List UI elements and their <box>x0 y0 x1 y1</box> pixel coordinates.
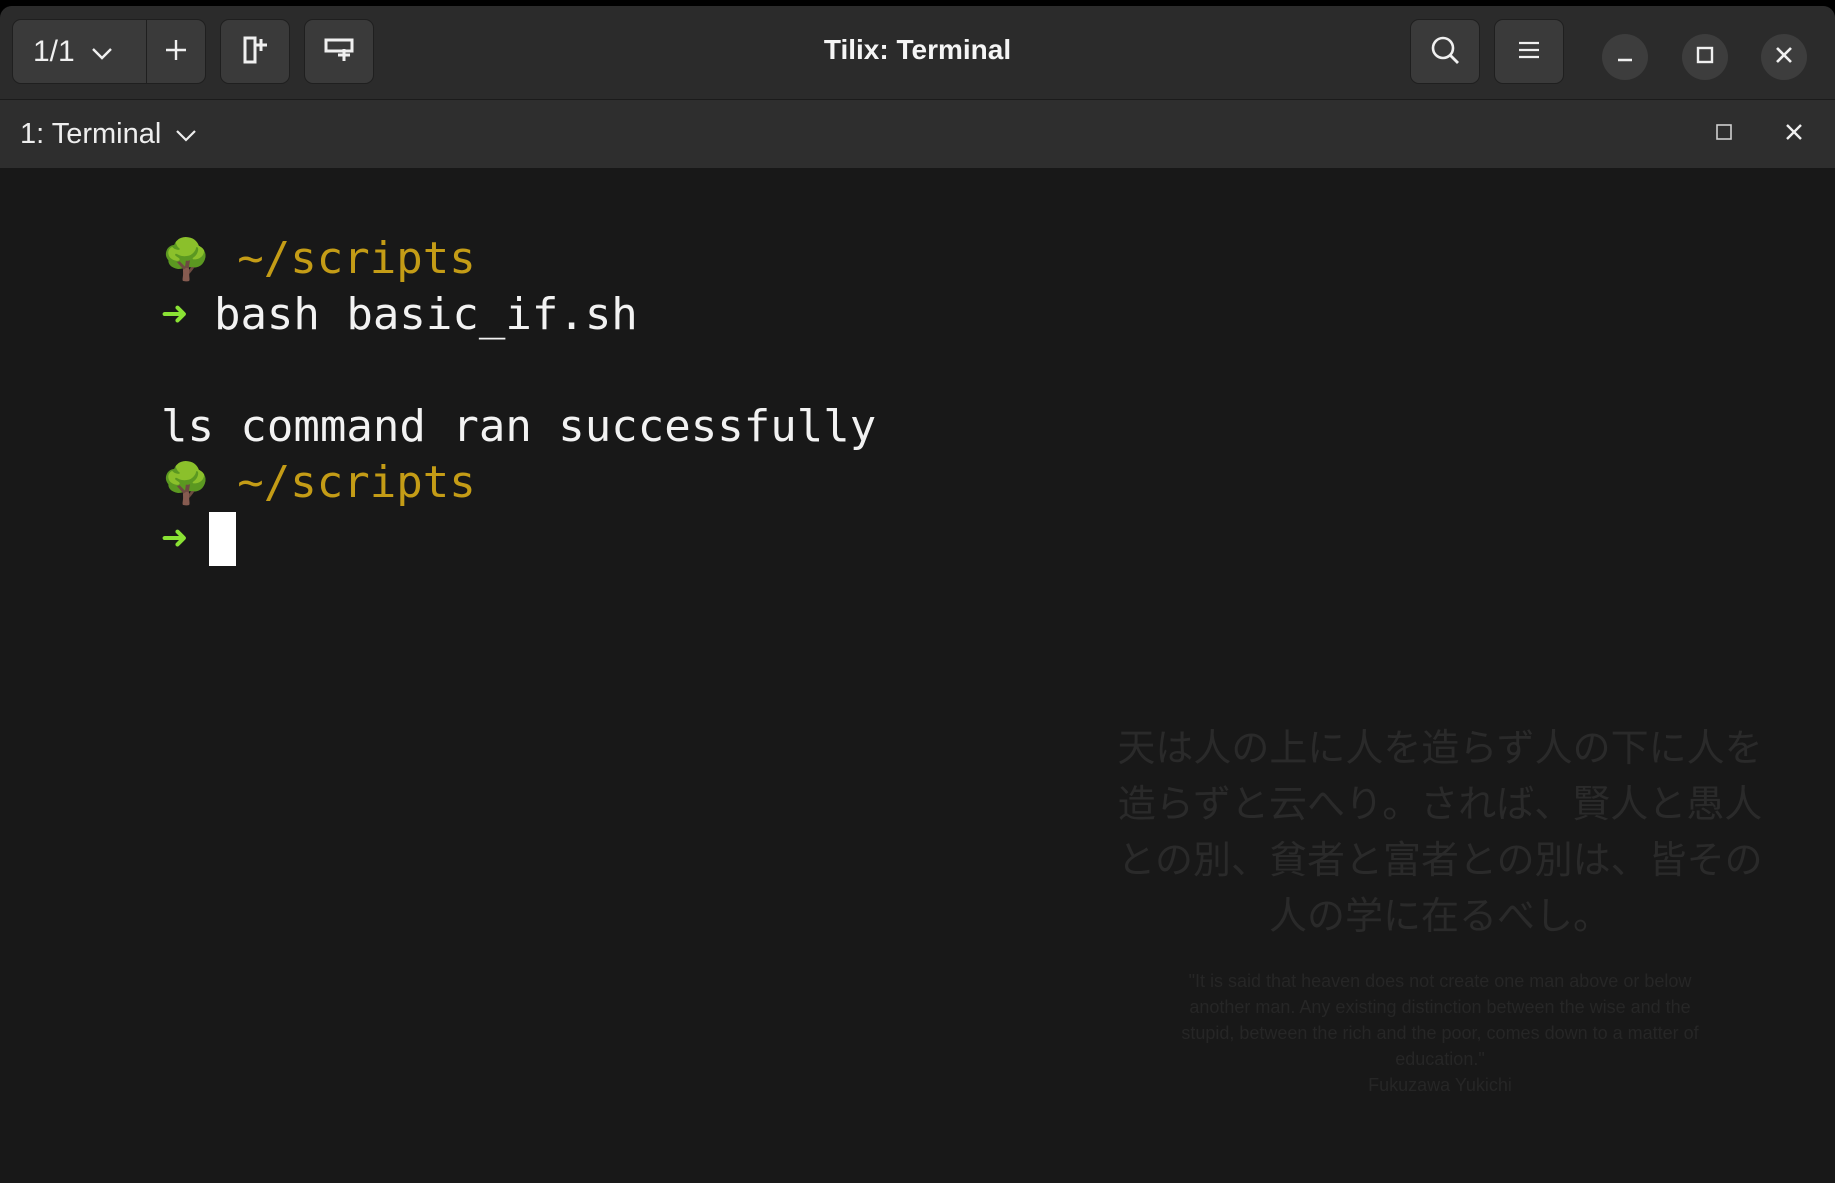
split-right-button[interactable] <box>220 19 290 84</box>
background-watermark-japanese: 天は人の上に人を造らず人の下に人を造らずと云へり。されば、賢人と愚人との別、貧者… <box>1117 726 1763 938</box>
prompt-directory: ~/scripts <box>237 457 476 508</box>
watermark-author: Fukuzawa Yukichi <box>1368 1075 1512 1095</box>
watermark-quote: "It is said that heaven does not create … <box>1181 971 1699 1069</box>
hamburger-menu-icon <box>1517 40 1541 64</box>
prompt-arrow-icon: ➜ <box>160 513 188 564</box>
pane-maximize-button[interactable] <box>1710 120 1738 148</box>
prompt-line: 🌳 ~/scripts <box>2 175 476 284</box>
session-controls: 1/1 <box>12 19 206 84</box>
close-icon <box>1784 122 1804 146</box>
close-icon <box>1775 46 1793 68</box>
prompt-line: 🌳 ~/scripts <box>2 399 476 508</box>
pane-close-button[interactable] <box>1780 120 1808 148</box>
maximize-button[interactable] <box>1682 34 1728 80</box>
session-counter: 1/1 <box>33 34 75 68</box>
prompt-arrow-icon: ➜ <box>160 289 188 340</box>
pane-title: 1: Terminal <box>20 118 162 150</box>
chevron-down-icon <box>91 35 113 69</box>
menu-button[interactable] <box>1494 19 1564 84</box>
close-window-button[interactable] <box>1761 34 1807 80</box>
plus-icon <box>164 38 188 66</box>
terminal-area[interactable]: 天は人の上に人を造らず人の下に人を造らずと云へり。されば、賢人と愚人との別、貧者… <box>0 168 1835 1183</box>
output-line: ls command ran successfully <box>2 343 876 452</box>
split-down-button[interactable] <box>304 19 374 84</box>
session-switcher-button[interactable]: 1/1 <box>12 19 147 84</box>
split-horizontal-icon <box>241 35 269 69</box>
text-cursor <box>209 512 237 566</box>
search-icon <box>1430 35 1460 69</box>
terminal-pane-header: 1: Terminal <box>0 100 1835 168</box>
command-text: bash basic_if.sh <box>213 289 638 340</box>
maximize-icon <box>1715 123 1733 145</box>
minimize-button[interactable] <box>1602 34 1648 80</box>
maximize-icon <box>1696 46 1714 68</box>
header-bar: 1/1 Tilix: Terminal <box>0 6 1835 100</box>
tilix-window: 1/1 Tilix: Terminal 1: Terminal 天は人の上に人を… <box>0 6 1835 1183</box>
chevron-down-icon <box>175 118 197 151</box>
pane-title-dropdown[interactable]: 1: Terminal <box>20 118 197 151</box>
background-watermark-english: "It is said that heaven does not create … <box>1170 968 1710 1098</box>
command-line: ➜ bash basic_if.sh <box>2 231 638 340</box>
search-button[interactable] <box>1410 19 1480 84</box>
minimize-icon <box>1616 46 1634 68</box>
split-vertical-icon <box>323 37 355 67</box>
input-line[interactable]: ➜ <box>2 455 237 566</box>
add-session-button[interactable] <box>147 19 206 84</box>
